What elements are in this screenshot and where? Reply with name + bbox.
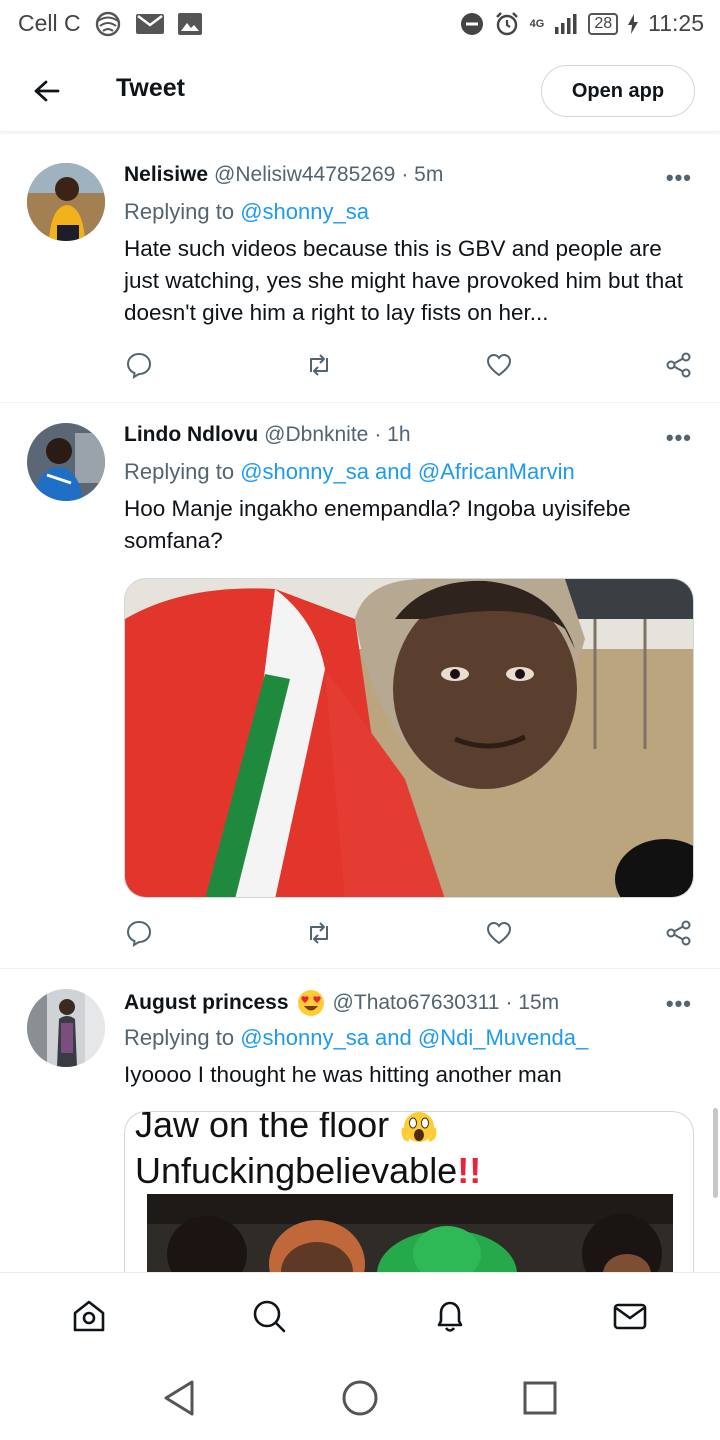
- more-options-button[interactable]: •••: [666, 165, 692, 191]
- tweet-time: · 5m: [401, 163, 444, 186]
- share-icon: [666, 352, 691, 378]
- top-app-bar: Tweet Open app: [0, 50, 720, 132]
- replying-to: Replying to @shonny_sa and @AfricanMarvi…: [124, 459, 575, 485]
- tweet-text: Hate such videos because this is GBV and…: [124, 236, 684, 325]
- reply-button[interactable]: [125, 351, 153, 379]
- like-button[interactable]: [485, 351, 513, 379]
- heart-eyes-emoji-icon: [297, 990, 324, 1016]
- like-button[interactable]: [485, 919, 513, 947]
- tweet-header: Lindo Ndlovu @Dbnknite · 1h: [124, 423, 411, 447]
- open-app-button[interactable]: Open app: [541, 65, 695, 117]
- share-icon: [666, 920, 691, 946]
- mail-notification-icon: [135, 13, 164, 34]
- retweet-icon: [310, 922, 328, 944]
- tweet-header: Nelisiwe @Nelisiw44785269 · 5m: [124, 163, 443, 187]
- heart-icon: [486, 353, 512, 377]
- avatar[interactable]: [27, 423, 105, 501]
- tweet-actions: [0, 919, 720, 949]
- share-button[interactable]: [665, 351, 693, 379]
- more-options-button[interactable]: •••: [666, 991, 692, 1017]
- reply-icon: [126, 920, 152, 947]
- display-name[interactable]: August princess: [124, 991, 289, 1015]
- tweet-header: August princess @Thato67630311 · 15m: [124, 989, 559, 1017]
- carrier-name: Cell C: [18, 10, 81, 36]
- page-title: Tweet: [116, 74, 185, 102]
- user-handle[interactable]: @Thato67630311: [333, 991, 500, 1015]
- display-name[interactable]: Nelisiwe: [124, 163, 208, 187]
- replying-to: Replying to @shonny_sa: [124, 199, 369, 225]
- tweet-actions: [0, 351, 720, 381]
- mention-link[interactable]: @shonny_sa and @Ndi_Muvenda_: [240, 1025, 588, 1050]
- replying-to: Replying to @shonny_sa and @Ndi_Muvenda_: [124, 1025, 588, 1051]
- back-button[interactable]: [30, 76, 64, 106]
- tweet-reply[interactable]: Lindo Ndlovu @Dbnknite · 1h ••• Replying…: [0, 403, 720, 969]
- search-icon: [253, 1300, 286, 1333]
- arrow-left-icon: [34, 80, 60, 102]
- heart-icon: [486, 921, 512, 945]
- network-logo-icon: [95, 11, 120, 36]
- avatar[interactable]: [27, 163, 105, 241]
- tweet-reply[interactable]: Nelisiwe @Nelisiw44785269 · 5m ••• Reply…: [0, 143, 720, 403]
- mention-link[interactable]: @shonny_sa: [240, 199, 369, 224]
- home-icon: [73, 1300, 105, 1332]
- avatar[interactable]: [27, 989, 105, 1067]
- bottom-navigation: [0, 1272, 720, 1358]
- signal-icon: [555, 13, 577, 34]
- tweet-photo[interactable]: Jaw on the floor Unfuckingbelievable!!: [124, 1111, 694, 1291]
- do-not-disturb-icon: [460, 12, 483, 35]
- scrollbar[interactable]: [713, 1108, 718, 1198]
- system-back-button[interactable]: [160, 1378, 200, 1418]
- nav-search[interactable]: [250, 1297, 288, 1335]
- reply-button[interactable]: [125, 919, 153, 947]
- tweet-photo[interactable]: [124, 578, 694, 898]
- tweet-time: · 15m: [505, 991, 560, 1014]
- photo-caption-line-1: Jaw on the floor: [135, 1112, 439, 1146]
- retweet-button[interactable]: [305, 919, 333, 947]
- square-recents-icon: [523, 1381, 557, 1415]
- share-button[interactable]: [665, 919, 693, 947]
- triangle-back-icon: [164, 1380, 194, 1416]
- photo-caption-line-2: Unfuckingbelievable!!: [135, 1150, 482, 1191]
- network-type-label: 4G: [529, 17, 545, 30]
- display-name[interactable]: Lindo Ndlovu: [124, 423, 258, 447]
- alarm-icon: [495, 11, 518, 35]
- user-handle[interactable]: @Nelisiw44785269: [214, 163, 395, 187]
- exclamation-marks: !!: [457, 1150, 482, 1191]
- system-navigation-bar: [0, 1358, 720, 1440]
- nav-home[interactable]: [70, 1297, 108, 1335]
- circle-home-icon: [342, 1380, 378, 1416]
- system-home-button[interactable]: [340, 1378, 380, 1418]
- nav-messages[interactable]: [611, 1297, 649, 1335]
- clock: 11:25: [648, 10, 704, 36]
- replying-to-label: Replying to: [124, 1025, 235, 1050]
- screaming-face-emoji-icon: [401, 1112, 437, 1143]
- reply-icon: [126, 352, 152, 379]
- charging-icon: [628, 13, 639, 34]
- battery-indicator: 28: [588, 12, 619, 35]
- tweet-reply[interactable]: August princess @Thato67630311 · 15m •••…: [0, 969, 720, 1291]
- bell-icon: [437, 1301, 463, 1332]
- tweet-text: Iyoooo I thought he was hitting another …: [124, 1062, 562, 1087]
- user-handle[interactable]: @Dbnknite: [264, 423, 368, 447]
- image-notification-icon: [177, 12, 202, 35]
- retweet-button[interactable]: [305, 351, 333, 379]
- mail-icon: [613, 1303, 647, 1330]
- mention-link[interactable]: @shonny_sa and @AfricanMarvin: [240, 459, 575, 484]
- retweet-icon: [310, 354, 328, 376]
- nav-notifications[interactable]: [431, 1297, 469, 1335]
- more-options-button[interactable]: •••: [666, 425, 692, 451]
- tweet-time: · 1h: [374, 423, 411, 446]
- replying-to-label: Replying to: [124, 199, 235, 224]
- system-recents-button[interactable]: [520, 1378, 560, 1418]
- tweet-text: Hoo Manje ingakho enempandla? Ingoba uyi…: [124, 496, 631, 553]
- replying-to-label: Replying to: [124, 459, 235, 484]
- status-bar: Cell C 4G 28 11:25: [0, 0, 720, 50]
